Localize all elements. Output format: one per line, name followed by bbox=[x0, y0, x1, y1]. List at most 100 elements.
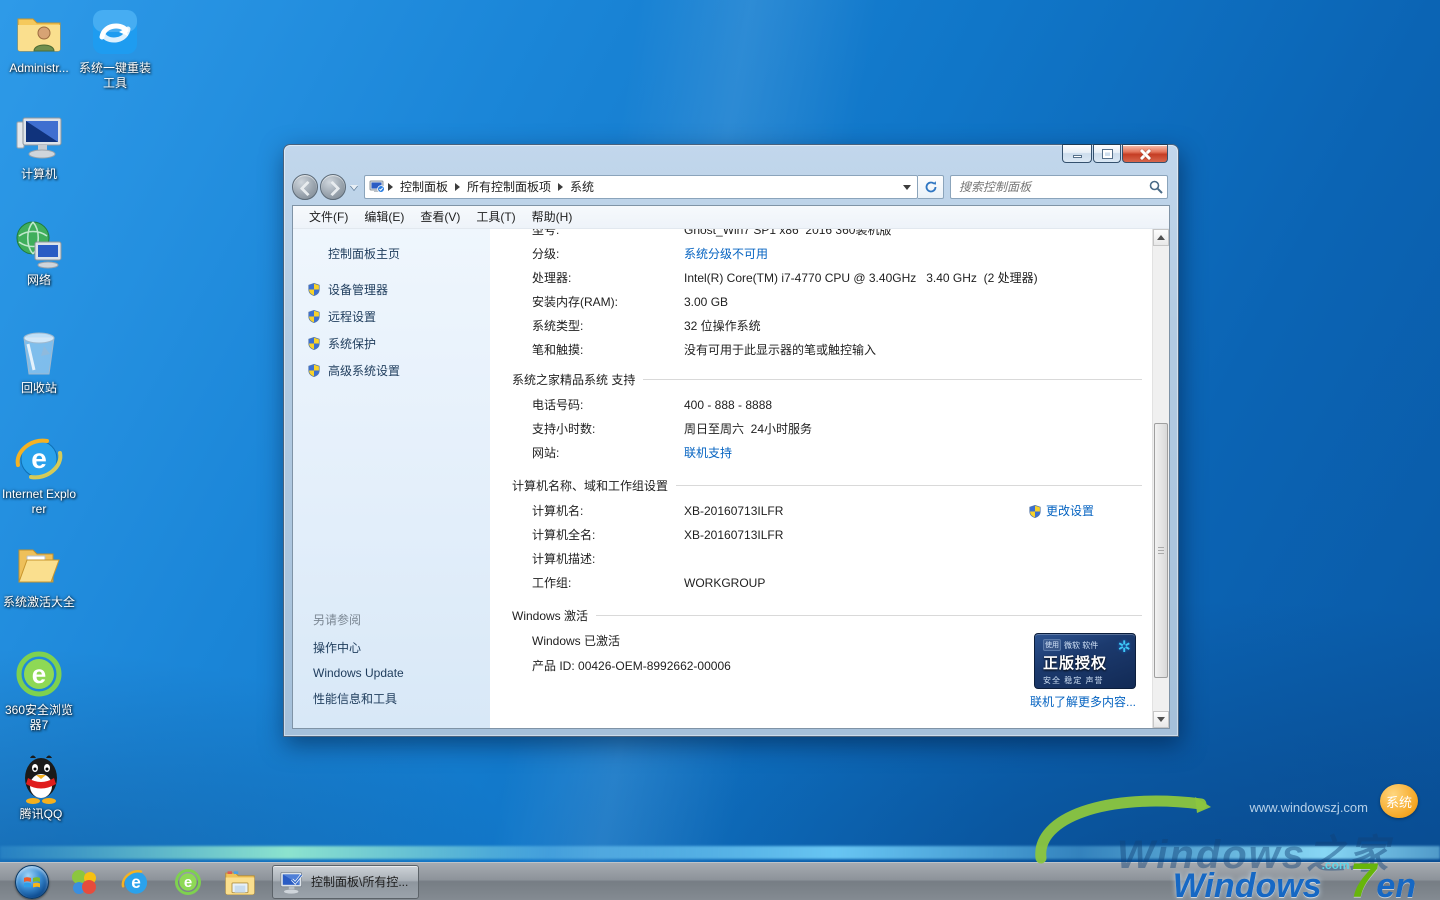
address-bar[interactable]: 控制面板 所有控制面板项 系统 bbox=[364, 175, 918, 199]
scroll-down-button[interactable] bbox=[1153, 711, 1169, 728]
desktop-icon-tencent-qq[interactable]: 腾讯QQ bbox=[2, 752, 80, 822]
window-body: 控制面板主页 设备管理器 远程设置 系统保护 bbox=[293, 229, 1169, 728]
scrollbar-thumb[interactable] bbox=[1154, 423, 1168, 679]
sidebar-item-windows-update[interactable]: Windows Update bbox=[293, 661, 490, 685]
activation-zone: Windows 已激活 产品 ID: 00426-OEM-8992662-000… bbox=[490, 629, 1152, 679]
close-icon bbox=[1139, 148, 1151, 160]
sidebar-item-remote-settings[interactable]: 远程设置 bbox=[293, 303, 490, 330]
computer-name-section-header: 计算机名称、域和工作组设置 bbox=[512, 477, 1142, 494]
rating-unavailable-link[interactable]: 系统分级不可用 bbox=[684, 242, 1152, 266]
computer-label: 工作组: bbox=[532, 571, 684, 595]
change-settings-label: 更改设置 bbox=[1046, 499, 1094, 523]
desktop-icon-network[interactable]: 网络 bbox=[0, 218, 78, 288]
sidebar-item-performance-tools[interactable]: 性能信息和工具 bbox=[293, 685, 490, 712]
caption-buttons bbox=[1062, 144, 1168, 163]
uac-shield-icon bbox=[307, 363, 321, 378]
genuine-microsoft-badge[interactable]: 使用 微软 软件 正版授权 安全 稳定 声誉 ✲ bbox=[1034, 633, 1136, 689]
menu-bar: 文件(F) 编辑(E) 查看(V) 工具(T) 帮助(H) bbox=[293, 206, 1169, 229]
support-row-website: 网站: 联机支持 bbox=[490, 441, 1152, 465]
breadcrumb-system[interactable]: 系统 bbox=[566, 176, 598, 198]
watermark-bubble: 系统 bbox=[1380, 784, 1418, 818]
product-id-value: 00426-OEM-8992662-00006 bbox=[578, 659, 731, 673]
explorer-folder-icon bbox=[224, 868, 256, 896]
see-also-header: 另请参阅 bbox=[293, 607, 490, 634]
window-titlebar[interactable] bbox=[284, 145, 1178, 172]
spec-value: Ghost_Win7 SP1 x86 2016 360装机版 bbox=[684, 229, 1152, 242]
vertical-scrollbar bbox=[1152, 229, 1169, 728]
forward-button[interactable] bbox=[320, 174, 346, 200]
menu-edit[interactable]: 编辑(E) bbox=[356, 207, 412, 228]
support-value: 400 - 888 - 8888 bbox=[684, 393, 1152, 417]
taskbar-item-360-browser[interactable]: e bbox=[162, 864, 214, 900]
uac-shield-icon bbox=[307, 336, 321, 351]
svg-text:e: e bbox=[184, 874, 192, 891]
scroll-up-button[interactable] bbox=[1153, 229, 1169, 246]
computer-label: 计算机全名: bbox=[532, 523, 684, 547]
taskbar-item-explorer[interactable] bbox=[214, 864, 266, 900]
sidebar-item-system-protection[interactable]: 系统保护 bbox=[293, 330, 490, 357]
search-icon[interactable] bbox=[1149, 180, 1163, 194]
spec-value: 32 位操作系统 bbox=[684, 314, 1152, 338]
spec-value: 3.00 GB bbox=[684, 290, 1152, 314]
spec-label: 分级: bbox=[532, 242, 684, 266]
learn-more-online-link[interactable]: 联机了解更多内容... bbox=[1030, 693, 1136, 710]
back-button[interactable] bbox=[292, 174, 318, 200]
section-title: Windows 激活 bbox=[512, 607, 588, 624]
taskbar-item-360-suite[interactable] bbox=[58, 864, 110, 900]
system-window: 控制面板 所有控制面板项 系统 文件(F) 编辑(E) 查看(V) 工具 bbox=[283, 144, 1179, 737]
360-browser-icon: e bbox=[13, 648, 65, 700]
section-divider bbox=[676, 485, 1142, 486]
section-divider bbox=[643, 379, 1142, 380]
computer-value: WORKGROUP bbox=[684, 571, 1152, 595]
minimize-icon bbox=[1073, 155, 1082, 158]
user-folder-icon bbox=[13, 6, 65, 58]
spec-value: Intel(R) Core(TM) i7-4770 CPU @ 3.40GHz … bbox=[684, 266, 1152, 290]
desktop-icon-administrator[interactable]: Administr... bbox=[0, 6, 78, 76]
maximize-icon bbox=[1103, 150, 1112, 158]
sidebar-item-control-panel-home[interactable]: 控制面板主页 bbox=[293, 243, 490, 264]
breadcrumb-control-panel[interactable]: 控制面板 bbox=[396, 176, 452, 198]
desktop-icon-computer[interactable]: 计算机 bbox=[0, 112, 78, 182]
spec-row-memory: 安装内存(RAM): 3.00 GB bbox=[490, 290, 1152, 314]
desktop-icon-recycle-bin[interactable]: 回收站 bbox=[0, 326, 78, 396]
badge-line2: 正版授权 bbox=[1043, 652, 1129, 673]
search-box bbox=[950, 175, 1168, 199]
start-button[interactable] bbox=[6, 864, 58, 900]
online-support-link[interactable]: 联机支持 bbox=[684, 441, 1152, 465]
menu-help[interactable]: 帮助(H) bbox=[524, 207, 581, 228]
menu-tools[interactable]: 工具(T) bbox=[468, 207, 523, 228]
recent-pages-dropdown-icon[interactable] bbox=[350, 185, 358, 190]
minimize-button[interactable] bbox=[1062, 144, 1092, 163]
sidebar-item-advanced-settings[interactable]: 高级系统设置 bbox=[293, 357, 490, 384]
maximize-button[interactable] bbox=[1093, 144, 1121, 163]
network-icon bbox=[13, 218, 65, 270]
computer-value: XB-20160713ILFR bbox=[684, 523, 1152, 547]
scrollbar-track[interactable] bbox=[1153, 246, 1169, 711]
spec-label: 安装内存(RAM): bbox=[532, 290, 684, 314]
watermark-swoosh-icon bbox=[1026, 778, 1276, 868]
desktop-icon-activation-collection[interactable]: 系统激活大全 bbox=[0, 540, 78, 610]
desktop-icon-label: 腾讯QQ bbox=[20, 807, 63, 822]
sidebar-item-label: 设备管理器 bbox=[328, 281, 388, 298]
uac-shield-icon bbox=[1028, 504, 1042, 519]
taskbar-item-internet-explorer[interactable]: e bbox=[110, 864, 162, 900]
desktop: Administr... 系统一键重装工具 计算机 网络 回收站 e Inter… bbox=[0, 0, 1440, 900]
computer-label: 计算机描述: bbox=[532, 547, 684, 571]
desktop-icon-internet-explorer[interactable]: e Internet Explorer bbox=[0, 432, 78, 517]
menu-file[interactable]: 文件(F) bbox=[301, 207, 356, 228]
desktop-icon-360-browser[interactable]: e 360安全浏览器7 bbox=[0, 648, 78, 733]
taskbar: e e 控制面板\所有控... bbox=[0, 862, 1440, 900]
menu-view[interactable]: 查看(V) bbox=[412, 207, 468, 228]
sidebar-item-action-center[interactable]: 操作中心 bbox=[293, 634, 490, 661]
spec-row-processor: 处理器: Intel(R) Core(TM) i7-4770 CPU @ 3.4… bbox=[490, 266, 1152, 290]
address-dropdown-button[interactable] bbox=[899, 176, 915, 198]
breadcrumb-all-items[interactable]: 所有控制面板项 bbox=[463, 176, 555, 198]
search-input[interactable] bbox=[959, 180, 1149, 194]
close-button[interactable] bbox=[1122, 144, 1168, 163]
refresh-button[interactable] bbox=[918, 175, 944, 199]
spec-label: 笔和触摸: bbox=[532, 338, 684, 362]
taskbar-active-window-button[interactable]: 控制面板\所有控... bbox=[272, 865, 419, 899]
sidebar-item-device-manager[interactable]: 设备管理器 bbox=[293, 276, 490, 303]
desktop-icon-reinstall-tool[interactable]: 系统一键重装工具 bbox=[76, 6, 154, 91]
change-settings-link[interactable]: 更改设置 bbox=[1028, 499, 1094, 523]
